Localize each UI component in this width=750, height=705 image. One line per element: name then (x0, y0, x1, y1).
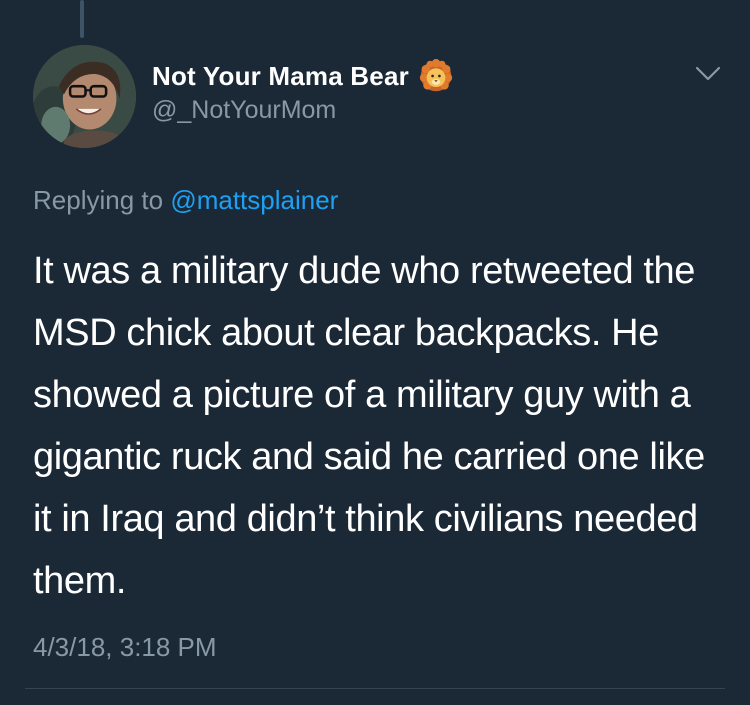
author-display-name[interactable]: Not Your Mama Bear (152, 61, 409, 92)
reply-mention-link[interactable]: @mattsplainer (170, 185, 338, 215)
chevron-down-icon[interactable] (694, 64, 722, 84)
replying-to-prefix: Replying to (33, 185, 164, 215)
avatar[interactable] (33, 45, 136, 148)
author-handle[interactable]: @_NotYourMom (152, 96, 336, 125)
author-name-row[interactable]: Not Your Mama Bear (152, 58, 453, 94)
avatar-photo (33, 45, 136, 148)
replying-to-line: Replying to @mattsplainer (33, 185, 338, 216)
lion-face-icon (419, 59, 453, 92)
tweet-text: It was a military dude who retweeted the… (33, 250, 705, 602)
tweet-timestamp[interactable]: 4/3/18, 3:18 PM (33, 632, 217, 663)
thread-connector-line (80, 0, 84, 38)
divider (25, 688, 725, 689)
